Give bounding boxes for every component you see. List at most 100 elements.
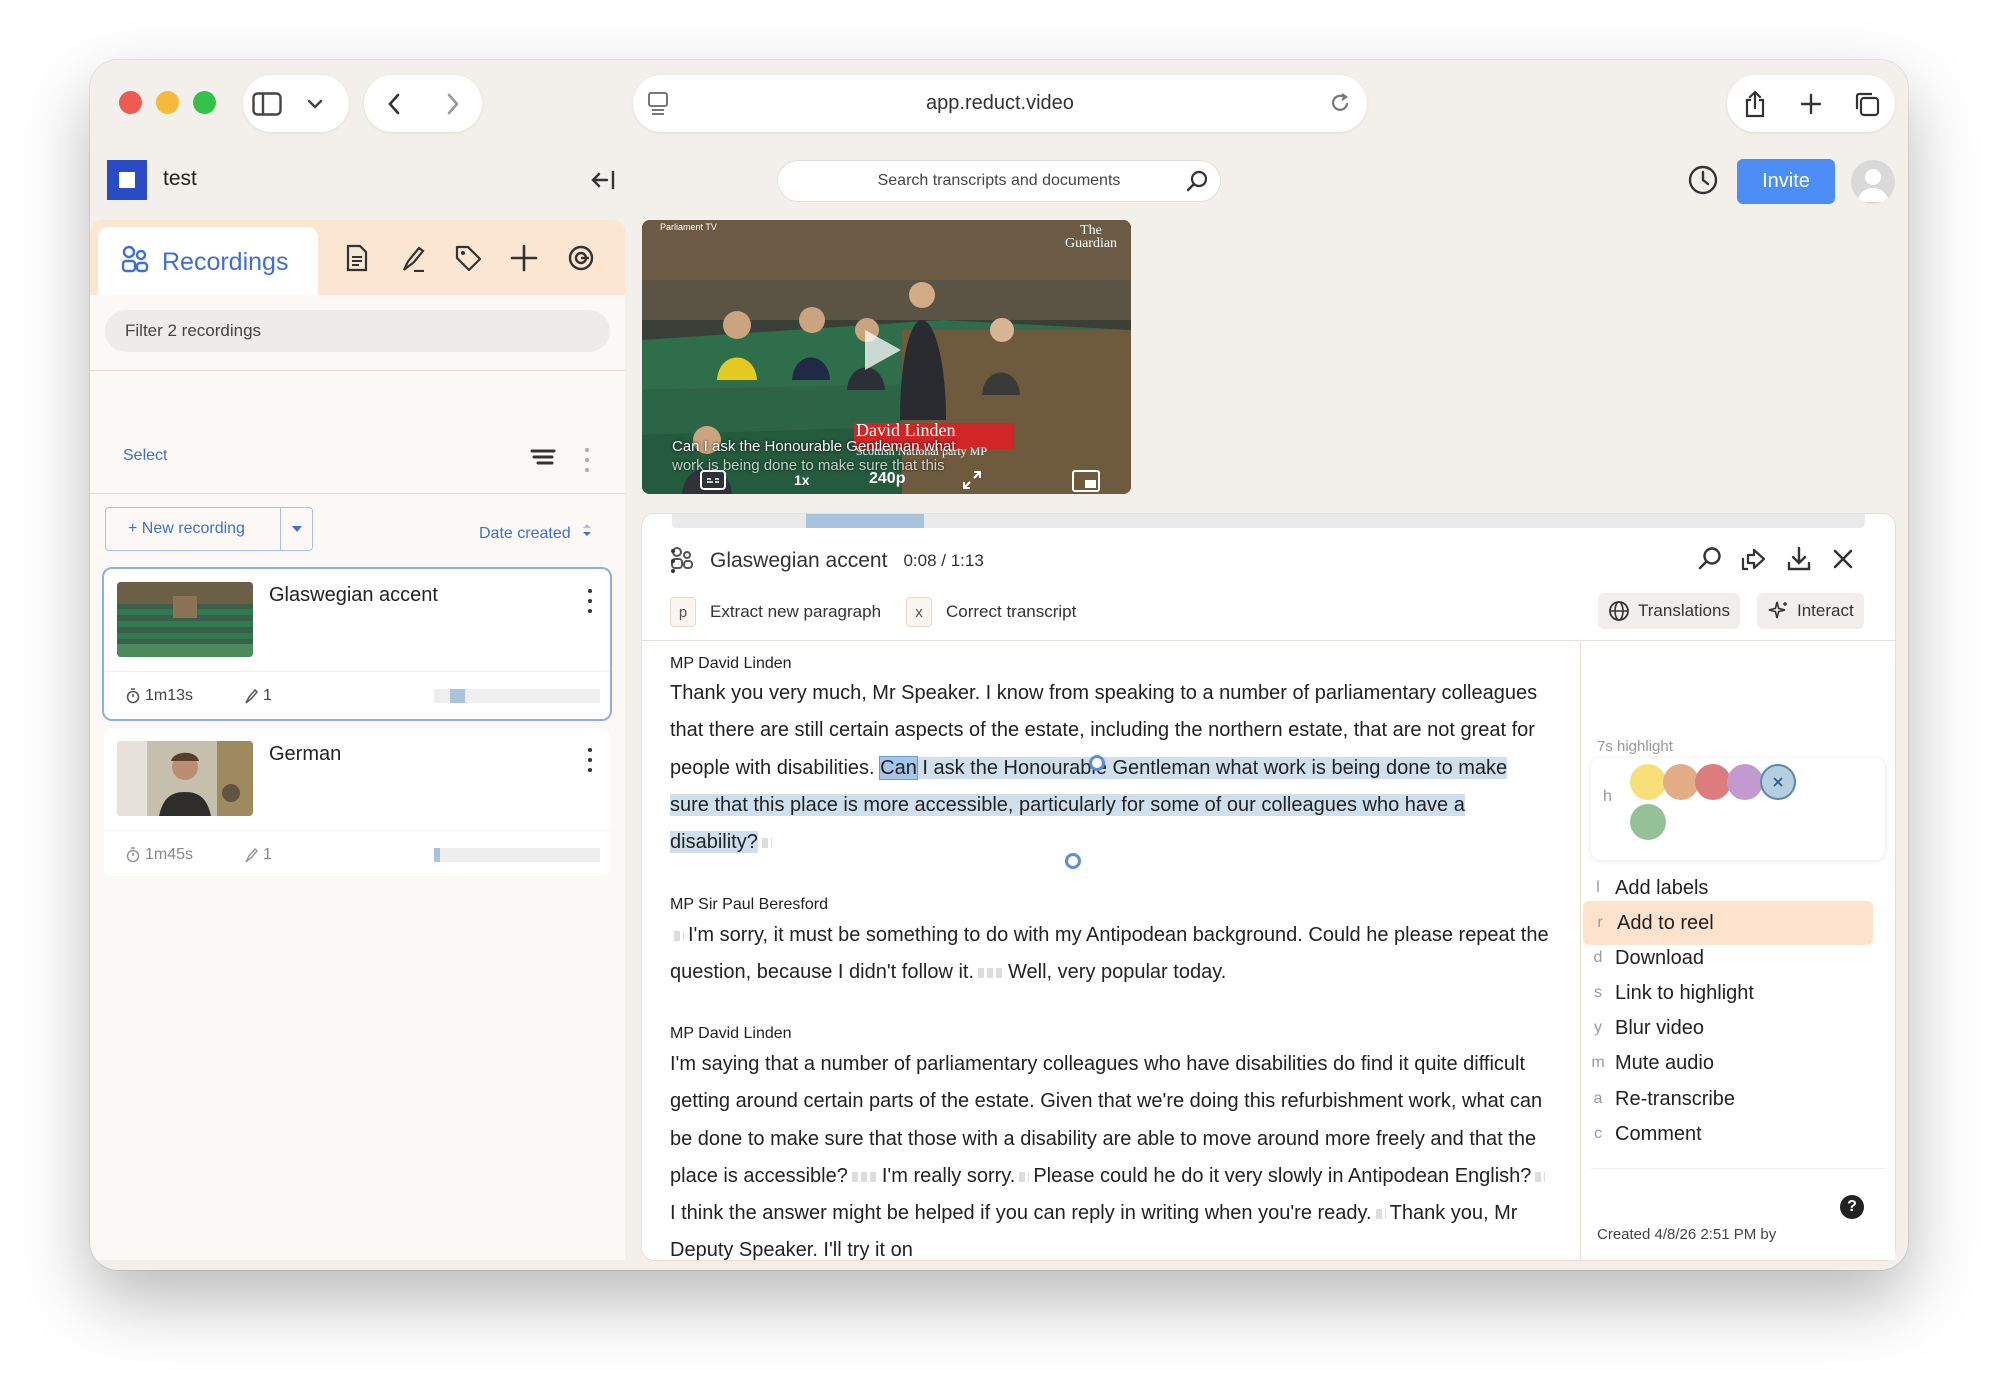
channel-logo: Parliament TV xyxy=(660,222,717,232)
transcript-header: Glaswegian accent 0:08 / 1:13 xyxy=(670,546,984,575)
transcript-title[interactable]: Glaswegian accent xyxy=(710,549,887,573)
transcript-paragraph[interactable]: Thank you very much, Mr Speaker. I know … xyxy=(670,675,1550,861)
playback-speed-icon[interactable]: 1x xyxy=(794,472,810,488)
picture-in-picture-icon[interactable] xyxy=(1072,470,1100,494)
share-recording-icon[interactable] xyxy=(1740,546,1768,577)
close-icon[interactable] xyxy=(1832,548,1854,575)
selection-end-handle[interactable] xyxy=(1065,853,1081,869)
color-swatch-orange[interactable] xyxy=(1663,764,1699,800)
tabs-overview-icon[interactable] xyxy=(1843,80,1891,128)
selected-word[interactable]: Can xyxy=(879,755,918,780)
speaker-name[interactable]: MP David Linden xyxy=(670,1025,792,1043)
transcript-options-kebab-icon[interactable] xyxy=(670,548,676,573)
help-icon[interactable]: ? xyxy=(1840,1195,1864,1219)
pause-marker xyxy=(1019,1171,1030,1182)
chevron-down-icon[interactable] xyxy=(291,80,339,128)
suggestion-extract-paragraph[interactable]: p Extract new paragraph xyxy=(670,597,881,627)
menu-item-label: Add labels xyxy=(1615,876,1709,899)
video-player[interactable]: Parliament TV The Guardian David Linden … xyxy=(642,220,1131,494)
color-swatch-yellow[interactable] xyxy=(1630,764,1666,800)
global-search-input[interactable]: Search transcripts and documents xyxy=(777,160,1221,202)
highlight-created-info: Created 4/8/26 2:51 PM by xyxy=(1597,1226,1777,1243)
page-settings-icon[interactable] xyxy=(647,91,669,121)
transcript-panel: Glaswegian accent 0:08 / 1:13 p Extract … xyxy=(642,514,1895,1260)
reduct-logo[interactable] xyxy=(107,160,147,200)
speaker-name[interactable]: MP David Linden xyxy=(670,655,792,673)
transcript-body: MP David Linden Thank you very much, Mr … xyxy=(642,641,1580,1260)
pause-marker xyxy=(674,930,684,941)
invite-button[interactable]: Invite xyxy=(1737,159,1835,204)
documents-icon[interactable] xyxy=(342,243,372,273)
close-window-button[interactable] xyxy=(119,91,142,114)
color-swatch-blue-selected[interactable] xyxy=(1760,764,1796,800)
recording-options-kebab-icon[interactable] xyxy=(587,748,593,772)
menu-item-label: Comment xyxy=(1615,1122,1702,1145)
avatar[interactable] xyxy=(1851,160,1895,204)
recording-title: Glaswegian accent xyxy=(269,584,438,606)
address-bar[interactable]: app.reduct.video xyxy=(633,75,1367,132)
recording-highlight-count: 1 xyxy=(244,687,272,705)
new-recording-label: + New recording xyxy=(128,520,245,537)
select-link[interactable]: Select xyxy=(123,447,167,465)
new-tab-plus-icon[interactable] xyxy=(1787,80,1835,128)
add-plus-icon[interactable] xyxy=(509,243,539,273)
suggestion-label: Extract new paragraph xyxy=(710,602,882,621)
transcript-timeline[interactable] xyxy=(672,514,1865,528)
selection-start-handle[interactable] xyxy=(1089,755,1105,771)
shortcut-key: y xyxy=(1594,1019,1602,1036)
color-swatch-green[interactable] xyxy=(1630,804,1666,840)
project-name[interactable]: test xyxy=(163,167,197,191)
tag-icon[interactable] xyxy=(453,243,483,273)
zoom-window-button[interactable] xyxy=(193,91,216,114)
list-view-icon[interactable] xyxy=(530,448,556,471)
sort-dropdown[interactable]: Date created xyxy=(479,522,593,543)
recordings-list-area: Filter 2 recordings Select + New recordi… xyxy=(90,295,625,1260)
highlight-pen-icon xyxy=(245,847,258,863)
suggestion-correct-transcript[interactable]: x Correct transcript xyxy=(906,597,1076,627)
tab-recordings[interactable]: Recordings xyxy=(98,227,318,297)
shortcut-key: p xyxy=(670,597,696,627)
recording-options-kebab-icon[interactable] xyxy=(587,589,593,613)
ai-chat-icon[interactable] xyxy=(566,243,596,273)
collapse-sidebar-icon[interactable] xyxy=(590,169,616,196)
speaker-name[interactable]: MP Sir Paul Beresford xyxy=(670,896,828,914)
recording-duration: 1m13s xyxy=(126,687,193,705)
sidebar-icon[interactable] xyxy=(243,80,291,128)
translations-button[interactable]: Translations xyxy=(1598,593,1740,629)
divider xyxy=(104,671,610,672)
minimize-window-button[interactable] xyxy=(156,91,179,114)
history-clock-icon[interactable] xyxy=(1687,164,1719,201)
menu-item-comment[interactable]: c Comment xyxy=(1581,1112,1881,1156)
back-arrow-icon[interactable] xyxy=(370,80,418,128)
find-in-transcript-icon[interactable] xyxy=(1697,546,1723,577)
sort-label: Date created xyxy=(479,525,571,542)
shortcut-key: c xyxy=(1594,1125,1602,1142)
translations-label: Translations xyxy=(1638,601,1730,620)
list-options-kebab-icon[interactable] xyxy=(584,448,590,472)
reload-icon[interactable] xyxy=(1329,91,1351,121)
recording-card[interactable]: German 1m45s 1 xyxy=(104,728,610,876)
download-icon[interactable] xyxy=(1786,546,1812,577)
fullscreen-icon[interactable] xyxy=(962,470,982,494)
quality-label[interactable]: 240p xyxy=(869,470,905,488)
recording-duration: 1m45s xyxy=(126,846,193,864)
recording-card[interactable]: Glaswegian accent 1m13s 1 xyxy=(104,569,610,719)
forward-arrow-icon[interactable] xyxy=(429,80,477,128)
filter-placeholder: Filter 2 recordings xyxy=(125,321,262,340)
closed-captions-icon[interactable] xyxy=(700,470,726,494)
history-nav xyxy=(364,75,482,132)
share-icon[interactable] xyxy=(1731,80,1779,128)
color-swatch-purple[interactable] xyxy=(1727,764,1763,800)
remove-color-x-icon xyxy=(1773,777,1783,787)
new-recording-dropdown-icon[interactable] xyxy=(280,508,312,550)
transcript-paragraph[interactable]: I'm saying that a number of parliamentar… xyxy=(670,1046,1550,1260)
color-swatch-red[interactable] xyxy=(1695,764,1731,800)
filter-recordings-input[interactable]: Filter 2 recordings xyxy=(105,310,610,352)
highlights-pen-icon[interactable] xyxy=(398,243,428,273)
duration-value: 1m13s xyxy=(145,687,194,704)
transcript-paragraph[interactable]: I'm sorry, it must be something to do wi… xyxy=(670,917,1550,992)
interact-button[interactable]: Interact xyxy=(1757,593,1864,629)
search-icon[interactable] xyxy=(1185,169,1209,198)
stopwatch-icon xyxy=(126,688,140,704)
new-recording-button[interactable]: + New recording xyxy=(105,507,313,551)
